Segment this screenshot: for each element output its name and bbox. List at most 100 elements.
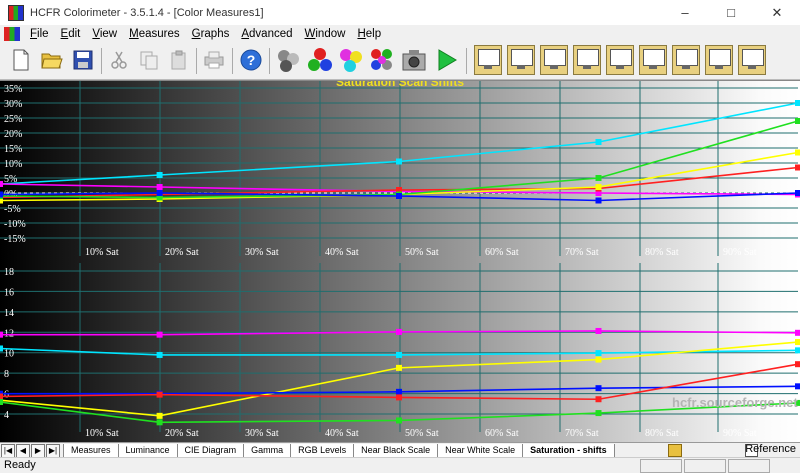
graph-near-black-button[interactable] bbox=[639, 45, 667, 75]
y-tick-label: 14 bbox=[4, 308, 14, 319]
y-tick-label: 6 bbox=[4, 390, 9, 401]
menu-edit[interactable]: Edit bbox=[55, 28, 87, 40]
measure-primaries-button[interactable] bbox=[307, 46, 333, 74]
data-point bbox=[795, 190, 800, 196]
data-point bbox=[595, 410, 602, 417]
data-point bbox=[396, 193, 402, 199]
x-tick-label: 20% Sat bbox=[165, 247, 199, 258]
sheet-tab[interactable]: Luminance bbox=[117, 443, 178, 458]
prev-tab-button[interactable]: ◀ bbox=[16, 443, 30, 458]
copy-button[interactable] bbox=[136, 46, 162, 74]
y-tick-label: 20% bbox=[4, 129, 22, 140]
data-point bbox=[795, 339, 800, 346]
y-tick-label: 35% bbox=[4, 84, 22, 95]
menu-help[interactable]: Help bbox=[351, 28, 387, 40]
data-point bbox=[795, 383, 800, 390]
next-tab-button[interactable]: ▶ bbox=[31, 443, 45, 458]
data-point bbox=[0, 345, 3, 352]
data-point bbox=[0, 331, 3, 338]
play-icon bbox=[438, 49, 457, 71]
sheet-tab[interactable]: RGB Levels bbox=[290, 443, 355, 458]
sheet-tab-bar: |◀ ◀ ▶ ▶| Measures Luminance CIE Diagram Ga… bbox=[0, 442, 800, 458]
menu-measures[interactable]: Measures bbox=[123, 28, 186, 40]
graph-cie-button[interactable] bbox=[606, 45, 634, 75]
data-point bbox=[595, 396, 602, 403]
open-file-button[interactable] bbox=[39, 46, 65, 74]
minimize-button[interactable]: – bbox=[662, 0, 708, 25]
status-pane bbox=[728, 459, 770, 473]
menu-view[interactable]: View bbox=[86, 28, 123, 40]
menu-file[interactable]: File bbox=[24, 28, 55, 40]
new-file-button[interactable] bbox=[8, 46, 34, 74]
data-point bbox=[396, 417, 402, 424]
graph-sat-luma-button[interactable] bbox=[705, 45, 733, 75]
graph-sat-shifts-button[interactable] bbox=[738, 45, 766, 75]
x-tick-label: 40% Sat bbox=[325, 428, 359, 439]
camera-button[interactable] bbox=[401, 46, 427, 74]
x-tick-label: 50% Sat bbox=[405, 428, 439, 439]
first-tab-button[interactable]: |◀ bbox=[1, 443, 15, 458]
y-tick-label: 10 bbox=[4, 349, 14, 360]
cut-button[interactable] bbox=[106, 46, 132, 74]
sheet-tab[interactable]: Saturation - shifts bbox=[522, 443, 615, 458]
close-button[interactable]: ✕ bbox=[754, 0, 800, 25]
data-point bbox=[156, 419, 163, 426]
data-point bbox=[595, 184, 602, 190]
graph-near-white-button[interactable] bbox=[672, 45, 700, 75]
sheet-tab[interactable]: Near White Scale bbox=[437, 443, 524, 458]
data-point bbox=[156, 351, 163, 358]
data-point bbox=[396, 351, 402, 358]
save-button[interactable] bbox=[70, 46, 96, 74]
data-point bbox=[595, 356, 602, 363]
data-point bbox=[795, 329, 800, 336]
menu-graphs[interactable]: Graphs bbox=[186, 28, 236, 40]
menu-advanced[interactable]: Advanced bbox=[235, 28, 298, 40]
monitor-graph-icon bbox=[676, 49, 698, 66]
status-pane bbox=[640, 459, 682, 473]
run-button[interactable] bbox=[434, 46, 460, 74]
measure-gray-button[interactable] bbox=[276, 46, 302, 74]
graph-color-temp-button[interactable] bbox=[573, 45, 601, 75]
sheet-tab[interactable]: Near Black Scale bbox=[353, 443, 439, 458]
data-point bbox=[595, 139, 602, 145]
saturation-shift-charts: 35%30%25%20%15%10%5%0%-5%-10%-15%10% Sat… bbox=[0, 75, 800, 443]
camera-icon bbox=[402, 50, 426, 71]
reference-label: Reference bbox=[745, 443, 796, 455]
status-bar: Ready bbox=[0, 457, 800, 473]
document-icon[interactable] bbox=[4, 27, 20, 41]
x-tick-label: 60% Sat bbox=[485, 428, 519, 439]
graph-rgb-levels-button[interactable] bbox=[540, 45, 568, 75]
monitor-graph-icon bbox=[577, 49, 599, 66]
measure-secondaries-button[interactable] bbox=[338, 46, 364, 74]
watermark: hcfr.sourceforge.net bbox=[672, 395, 798, 410]
data-point bbox=[396, 364, 402, 371]
menu-window[interactable]: Window bbox=[299, 28, 352, 40]
sheet-tab[interactable]: Measures bbox=[63, 443, 119, 458]
help-icon: ? bbox=[240, 49, 262, 71]
multi-spheres-icon bbox=[371, 49, 392, 70]
data-point bbox=[396, 394, 402, 401]
sheet-tab[interactable]: Gamma bbox=[243, 443, 292, 458]
paste-button[interactable] bbox=[166, 46, 192, 74]
maximize-button[interactable]: □ bbox=[708, 0, 754, 25]
monitor-graph-icon bbox=[643, 49, 665, 66]
trash-icon[interactable] bbox=[668, 444, 682, 457]
x-tick-label: 90% Sat bbox=[723, 247, 757, 258]
data-point bbox=[595, 350, 602, 357]
print-button[interactable] bbox=[201, 46, 227, 74]
graph-luminance-button[interactable] bbox=[474, 45, 502, 75]
data-point bbox=[156, 184, 163, 190]
sheet-tab[interactable]: CIE Diagram bbox=[176, 443, 245, 458]
x-tick-label: 20% Sat bbox=[165, 428, 199, 439]
measure-all-button[interactable] bbox=[369, 46, 395, 74]
monitor-graph-icon bbox=[742, 49, 764, 66]
monitor-graph-icon bbox=[478, 49, 500, 66]
last-tab-button[interactable]: ▶| bbox=[46, 443, 60, 458]
data-point bbox=[795, 347, 800, 354]
x-tick-label: 70% Sat bbox=[565, 247, 599, 258]
x-tick-label: 40% Sat bbox=[325, 247, 359, 258]
data-point bbox=[795, 361, 800, 368]
help-button[interactable]: ? bbox=[238, 46, 264, 74]
graph-gamma-button[interactable] bbox=[507, 45, 535, 75]
svg-text:?: ? bbox=[247, 52, 256, 68]
